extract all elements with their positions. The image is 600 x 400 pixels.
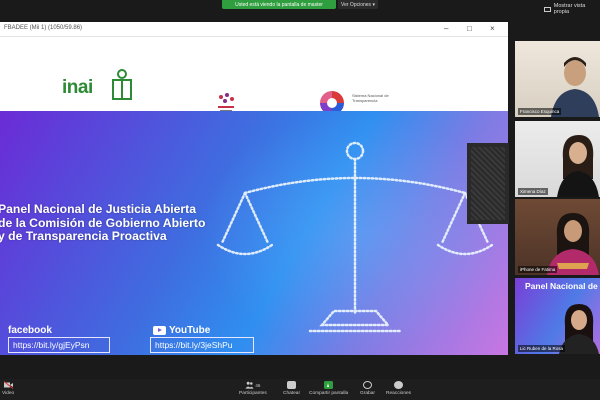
record-icon (362, 381, 372, 389)
view-options-label: Ver Opciones ▾ (341, 1, 375, 8)
view-mode-button[interactable]: Mostrar vista propia (544, 3, 600, 15)
chat-label: Chatear (283, 391, 301, 396)
participants-button[interactable]: 46 Participantes (239, 381, 267, 396)
scales-of-justice-icon (216, 141, 494, 333)
share-screen-label: Compartir pantalla (309, 391, 349, 396)
headline-line-1: Panel Nacional de Justicia Abierta (0, 202, 197, 216)
panel-hatch (471, 147, 505, 220)
participant-name: iPhone de Fatima (518, 266, 558, 273)
shared-screen: FBADEE (Mii 1) (1050/59.86) – □ × inai S… (0, 22, 508, 355)
participants-icon (245, 381, 254, 389)
reactions-icon (394, 381, 404, 389)
participant-avatar (547, 213, 599, 275)
shared-window-title: FBADEE (Mii 1) (1050/59.86) (4, 25, 83, 31)
chat-button[interactable]: Chatear (283, 381, 300, 396)
participant-tile[interactable]: Francisco Esquinca (515, 41, 600, 117)
youtube-play-icon (153, 326, 166, 335)
chat-icon (287, 381, 297, 389)
top-bar: Usted está viendo la pantalla de master … (0, 0, 600, 15)
participant-name: Francisco Esquinca (518, 108, 562, 115)
share-screen-button[interactable]: Compartir pantalla (309, 381, 348, 396)
youtube-label: YouTube (169, 325, 211, 336)
reactions-label: Reacciones (386, 391, 412, 396)
record-label: Grabar (360, 391, 375, 396)
presentation-slide: Panel Nacional de Justicia Abierta de la… (0, 111, 508, 355)
record-button[interactable]: Grabar (360, 381, 375, 396)
sharing-banner: Usted está viendo la pantalla de master (222, 0, 336, 9)
logos-strip: inai Sistema Nacional de Transparencia (0, 37, 508, 115)
view-mode-label: Mostrar vista propia (553, 3, 586, 15)
inai-logo-text: inai (62, 77, 93, 98)
view-options-button[interactable]: Ver Opciones ▾ (338, 0, 378, 9)
youtube-link: https://bit.ly/3jeShPu (150, 337, 254, 353)
participant-slide-text: Panel Nacional de Justi (525, 281, 600, 291)
video-button[interactable]: Video (2, 381, 14, 396)
participant-tile[interactable]: Panel Nacional de Justi Lic Ruben de la … (515, 278, 600, 354)
minimize-button[interactable]: – (444, 24, 448, 34)
video-camera-icon (3, 381, 13, 389)
zoom-meeting-window: Usted está viendo la pantalla de master … (0, 0, 600, 400)
shared-window-titlebar: FBADEE (Mii 1) (1050/59.86) – □ × (0, 22, 508, 37)
participants-label: Participantes (239, 391, 267, 396)
sharing-banner-text: Usted está viendo la pantalla de master (235, 1, 323, 8)
participants-icon-row: 46 (245, 381, 260, 391)
maximize-button[interactable]: □ (467, 24, 472, 34)
participant-name: Ximena Díaz (518, 188, 548, 195)
inai-logo-icon (112, 69, 132, 100)
participant-tile[interactable]: iPhone de Fatima (515, 199, 600, 275)
close-button[interactable]: × (490, 24, 495, 34)
participant-avatar (557, 135, 599, 197)
facebook-label: facebook (8, 325, 52, 336)
participant-name: Lic Ruben de la Rosa (518, 345, 566, 352)
facebook-link: https://bit.ly/gjEyPsn (8, 337, 110, 353)
youtube-label-group: YouTube (153, 325, 210, 336)
reactions-button[interactable]: Reacciones (386, 381, 411, 396)
floating-controls-panel[interactable] (467, 143, 509, 224)
headline-line-2: de la Comisión de Gobierno Abierto (0, 215, 206, 230)
participant-tile[interactable]: Ximena Díaz (515, 121, 600, 197)
share-screen-icon (324, 381, 334, 389)
gallery-view-icon (544, 6, 551, 12)
headline-line-3: y de Transparencia Proactiva (0, 229, 167, 243)
slide-headline: Panel Nacional de Justicia Abierta de la… (0, 202, 206, 244)
participants-count: 46 (255, 382, 261, 388)
video-label: Video (2, 391, 15, 396)
meeting-toolbar: Video 46 Participantes Chatear Compartir… (0, 379, 600, 400)
snt-logo-text: Sistema Nacional de Transparencia (352, 93, 389, 103)
